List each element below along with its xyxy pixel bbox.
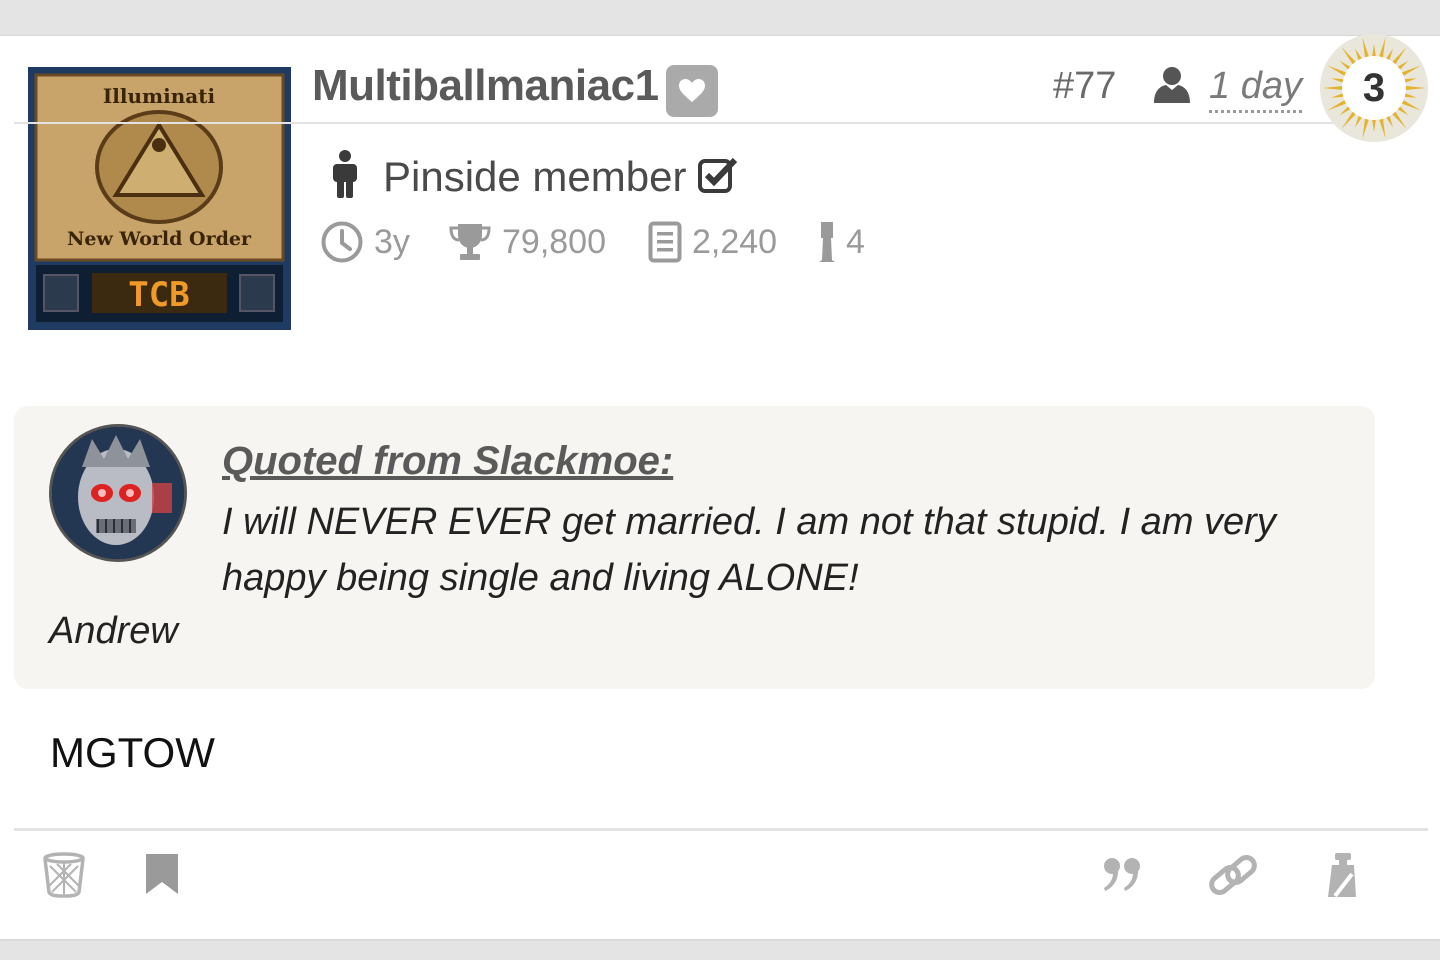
quote-icon (1104, 858, 1140, 891)
footer-divider (14, 828, 1428, 831)
quote-source-link[interactable]: Quoted from Slackmoe: (222, 436, 673, 486)
quoted-user-avatar[interactable] (49, 424, 187, 562)
bookmark-button[interactable] (145, 853, 179, 900)
document-icon (648, 221, 682, 263)
user-icon (1152, 66, 1192, 109)
avatar-top-text: Illuminati (103, 84, 216, 108)
favorite-button[interactable] (666, 65, 718, 117)
report-button[interactable] (1326, 852, 1360, 903)
avatar-middle-text: New World Order (67, 228, 252, 250)
delete-button[interactable] (42, 852, 86, 903)
stat-machines-value: 4 (846, 222, 865, 261)
stat-machines: 4 (818, 218, 865, 266)
username-link[interactable]: Multiballmaniac1 (312, 58, 659, 114)
link-button[interactable] (1208, 852, 1258, 905)
quote-signature: Andrew (49, 610, 178, 652)
pinball-leg-icon (819, 222, 835, 262)
link-icon (1209, 855, 1257, 895)
avatar-display-text: TCB (128, 275, 189, 315)
checkbox-icon (697, 156, 739, 199)
heart-icon (679, 79, 705, 102)
header-divider (14, 122, 1344, 124)
stat-score-value: 79,800 (502, 222, 606, 261)
trash-icon (43, 852, 85, 898)
post-number-link[interactable]: #77 (1053, 62, 1116, 110)
bookmark-icon (146, 854, 178, 894)
badge-count: 3 (1362, 65, 1386, 110)
post-body: MGTOW (50, 729, 215, 776)
stat-posts: 2,240 (648, 218, 777, 266)
user-avatar[interactable]: Illuminati New World Order TCB (28, 67, 291, 330)
badge-sun[interactable]: 3 (1318, 32, 1430, 144)
stat-posts-value: 2,240 (692, 222, 778, 261)
stat-age-value: 3y (374, 222, 410, 261)
post-time-link[interactable]: 1 day (1209, 62, 1302, 113)
trophy-icon (449, 224, 491, 260)
stat-score: 79,800 (448, 218, 606, 266)
report-icon (1328, 853, 1356, 898)
person-icon (330, 150, 360, 203)
quote-text: I will NEVER EVER get married. I am not … (222, 501, 1276, 599)
stat-age: 3y (320, 218, 410, 266)
member-type-label: Pinside member (383, 153, 687, 200)
clock-icon (321, 221, 363, 263)
quote-button[interactable] (1102, 855, 1144, 900)
